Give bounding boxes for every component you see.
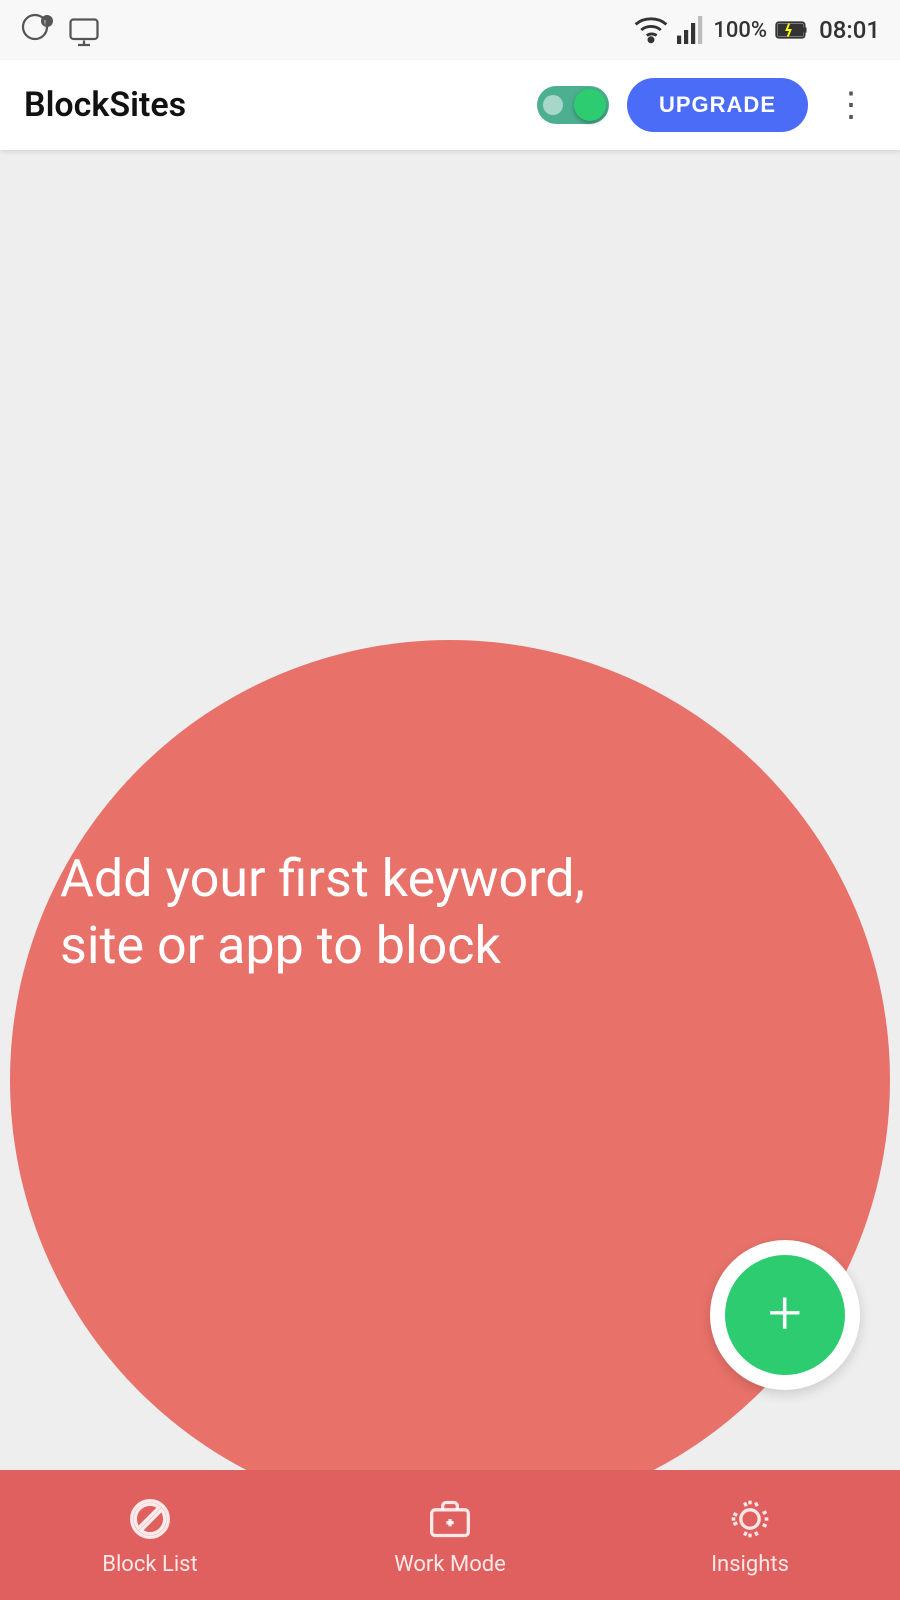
main-content: Add your first keyword, site or app to b… — [0, 150, 900, 1600]
fab-plus-icon: + — [768, 1283, 802, 1343]
time-display: 08:01 — [819, 16, 880, 44]
status-bar-left: ! — [20, 12, 102, 48]
block-list-icon — [125, 1494, 175, 1544]
insights-icon — [725, 1494, 775, 1544]
signal-icon — [677, 16, 705, 44]
work-mode-icon — [425, 1494, 475, 1544]
nav-label-work-mode: Work Mode — [394, 1552, 506, 1577]
status-bar: ! 100% 08:01 — [0, 0, 900, 60]
upgrade-button[interactable]: UPGRADE — [627, 78, 808, 132]
bottom-navigation: Block List Work Mode — [0, 1470, 900, 1600]
decorative-circle — [10, 640, 890, 1520]
app-header: BlockSites UPGRADE ⋮ — [0, 60, 900, 150]
nav-label-block-list: Block List — [102, 1552, 197, 1577]
toggle-knob — [574, 89, 606, 121]
nav-item-insights[interactable]: Insights — [600, 1494, 900, 1577]
more-menu-button[interactable]: ⋮ — [826, 80, 876, 130]
nav-item-block-list[interactable]: Block List — [0, 1494, 300, 1577]
app-title: BlockSites — [24, 85, 537, 125]
battery-percent: 100% — [713, 18, 767, 43]
nav-label-insights: Insights — [711, 1552, 789, 1577]
add-fab-button[interactable]: + — [710, 1240, 860, 1390]
status-bar-right: 100% 08:01 — [633, 16, 880, 44]
nav-item-work-mode[interactable]: Work Mode — [300, 1494, 600, 1577]
notification-icon: ! — [20, 12, 56, 48]
fab-inner: + — [725, 1255, 845, 1375]
screen-record-icon — [66, 12, 102, 48]
block-toggle[interactable] — [537, 86, 609, 124]
wifi-icon — [633, 16, 669, 44]
battery-icon — [775, 19, 811, 41]
empty-state-message: Add your first keyword, site or app to b… — [60, 845, 660, 980]
toggle-container[interactable] — [537, 86, 609, 124]
svg-text:!: ! — [44, 19, 46, 28]
